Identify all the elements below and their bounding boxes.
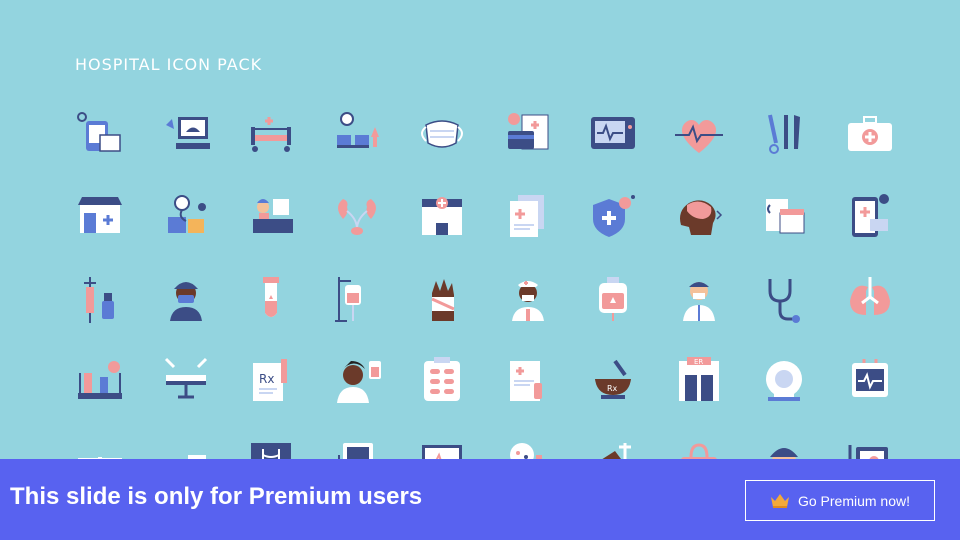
surgical-tools-icon <box>768 114 800 154</box>
vaccine-syringe-icon <box>84 277 114 323</box>
icon-cell: ER <box>659 346 739 416</box>
icon-cell <box>317 182 397 252</box>
test-tube-icon <box>263 277 279 317</box>
blood-bag-icon <box>599 277 627 321</box>
iv-drip-icon <box>334 277 361 322</box>
lab-phone-icon <box>77 112 121 152</box>
blood-pressure-icon <box>167 195 206 233</box>
heart-pulse-icon <box>674 119 723 153</box>
operating-table-icon <box>164 357 207 399</box>
first-aid-kit-icon <box>847 116 892 151</box>
medical-records-icon <box>766 199 805 234</box>
icon-cell <box>830 182 910 252</box>
icon-cell <box>744 100 824 170</box>
premium-message: This slide is only for Premium users <box>10 483 423 510</box>
icon-cell <box>744 346 824 416</box>
go-premium-button[interactable]: Go Premium now! <box>745 480 935 521</box>
ultrasound-machine-icon <box>165 117 210 149</box>
medical-bill-icon <box>507 113 548 150</box>
brain-icon <box>679 200 722 235</box>
medical-documents-icon <box>509 195 544 237</box>
icon-cell: Rx <box>573 346 653 416</box>
lungs-icon <box>849 277 890 315</box>
vital-monitor-icon <box>591 117 635 149</box>
icon-cell <box>146 182 226 252</box>
svg-text:Rx: Rx <box>259 372 274 386</box>
patient-iv-icon <box>336 361 381 403</box>
icon-cell <box>146 264 226 334</box>
doctor-icon <box>682 282 715 321</box>
bandaged-hand-icon <box>431 279 455 321</box>
icon-cell <box>317 264 397 334</box>
icon-cell <box>402 182 482 252</box>
crown-icon <box>770 493 789 508</box>
icon-cell <box>60 264 140 334</box>
waiting-room-icon <box>336 112 379 148</box>
icon-cell <box>573 100 653 170</box>
lab-equipment-icon <box>78 361 122 399</box>
icon-cell <box>60 346 140 416</box>
icon-cell <box>659 264 739 334</box>
icon-cell <box>402 264 482 334</box>
icon-cell <box>659 100 739 170</box>
icon-cell <box>146 346 226 416</box>
icon-cell <box>317 100 397 170</box>
icon-cell <box>488 100 568 170</box>
icon-cell <box>231 182 311 252</box>
slide-title: HOSPITAL ICON PACK <box>75 55 263 74</box>
icon-cell <box>231 264 311 334</box>
emergency-room-icon: ER <box>678 357 719 401</box>
icon-cell <box>573 264 653 334</box>
icon-cell <box>60 100 140 170</box>
hospital-building-icon <box>422 197 462 235</box>
icon-cell <box>231 100 311 170</box>
icon-cell <box>317 346 397 416</box>
svg-text:Rx: Rx <box>607 384 618 393</box>
kidney-icon <box>337 199 376 235</box>
icon-cell <box>830 346 910 416</box>
icon-cell <box>488 182 568 252</box>
virus-shield-icon <box>593 195 635 237</box>
icon-cell <box>146 100 226 170</box>
stethoscope-icon <box>768 279 800 323</box>
reception-desk-icon <box>253 199 293 233</box>
mortar-pestle-icon: Rx <box>595 359 631 399</box>
icon-cell <box>488 346 568 416</box>
icon-cell <box>488 264 568 334</box>
pill-blister-icon <box>424 357 460 401</box>
icon-cell <box>402 346 482 416</box>
icon-cell <box>60 182 140 252</box>
icon-cell: Rx <box>231 346 311 416</box>
premium-banner: This slide is only for Premium users Go … <box>0 459 960 540</box>
monitor-device-icon <box>851 359 888 397</box>
icon-cell <box>744 264 824 334</box>
icon-cell <box>659 182 739 252</box>
hospital-bed-icon <box>251 117 291 152</box>
icon-cell <box>402 100 482 170</box>
icon-grid: Rx Rx ER <box>60 100 910 485</box>
medical-report-icon <box>509 361 542 401</box>
face-mask-icon <box>421 120 463 148</box>
prescription-icon: Rx <box>253 359 287 401</box>
nurse-icon <box>511 281 544 321</box>
go-premium-label: Go Premium now! <box>797 492 911 509</box>
svg-text:ER: ER <box>694 358 703 366</box>
mri-scanner-icon <box>766 361 802 401</box>
mobile-health-icon <box>851 194 889 237</box>
icon-cell <box>744 182 824 252</box>
surgeon-icon <box>169 282 202 321</box>
icon-cell <box>573 182 653 252</box>
icon-cell <box>830 264 910 334</box>
icon-cell <box>830 100 910 170</box>
pharmacy-store-icon <box>78 197 122 233</box>
